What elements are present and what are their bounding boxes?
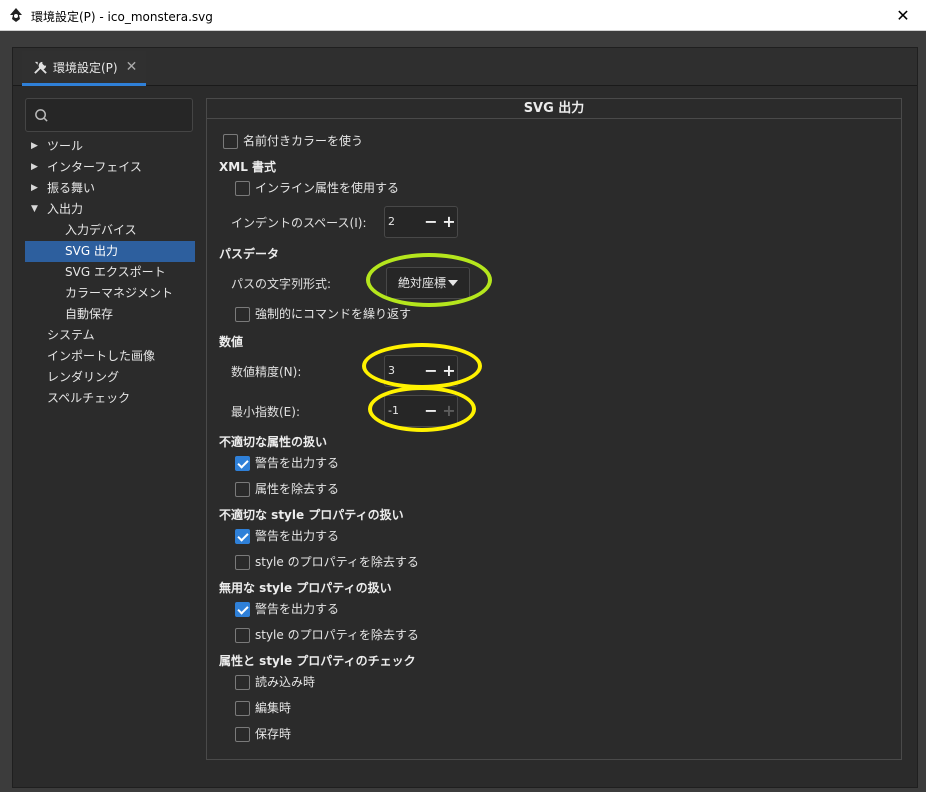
sidebar-item-spellcheck[interactable]: スペルチェック: [25, 388, 195, 409]
sidebar-item-label: 振る舞い: [47, 181, 96, 195]
sidebar-item-label: 自動保存: [65, 307, 114, 321]
sidebar-item-label: 入出力: [47, 202, 84, 216]
indent-spinner[interactable]: 2 − +: [384, 206, 458, 238]
bad-attr-heading: 不適切な属性の扱い: [219, 435, 328, 449]
bad-attr-warn-label: 警告を出力する: [255, 456, 340, 470]
useless-style-warn-checkbox[interactable]: [235, 602, 250, 617]
check-on-save-checkbox[interactable]: [235, 727, 250, 742]
path-data-heading: パスデータ: [219, 247, 280, 261]
sidebar-item-label: SVG エクスポート: [65, 265, 166, 279]
check-on-edit-checkbox[interactable]: [235, 701, 250, 716]
expand-arrow-icon[interactable]: ▶: [31, 178, 41, 199]
inline-attrs-checkbox[interactable]: [235, 181, 250, 196]
preferences-tree: ▶ ツール ▶ インターフェイス ▶ 振る舞い ▼ 入出力 入力デバイス SVG…: [25, 136, 195, 409]
sidebar-item-system[interactable]: システム: [25, 325, 195, 346]
check-on-edit-label: 編集時: [255, 701, 292, 715]
bad-style-heading: 不適切な style プロパティの扱い: [219, 508, 404, 522]
indent-value[interactable]: 2: [388, 207, 420, 237]
bad-style-warn-label: 警告を出力する: [255, 529, 340, 543]
sidebar-item-rendering[interactable]: レンダリング: [25, 367, 195, 388]
increment-button[interactable]: +: [440, 356, 458, 386]
min-exponent-spinner[interactable]: -1 − +: [384, 395, 458, 427]
sidebar-item-color-management[interactable]: カラーマネジメント: [25, 283, 195, 304]
numeric-heading: 数値: [219, 335, 244, 349]
check-on-load-label: 読み込み時: [255, 675, 316, 689]
expand-arrow-icon[interactable]: ▶: [31, 136, 41, 157]
precision-value[interactable]: 3: [388, 356, 420, 386]
sidebar-item-behavior[interactable]: ▶ 振る舞い: [25, 178, 195, 199]
inkscape-logo-icon: [10, 8, 22, 22]
force-repeat-checkbox[interactable]: [235, 307, 250, 322]
sidebar-item-tools[interactable]: ▶ ツール: [25, 136, 195, 157]
page-title: SVG 出力: [207, 99, 901, 119]
sidebar-item-label: システム: [47, 328, 95, 342]
bad-attr-remove-label: 属性を除去する: [255, 482, 340, 496]
bad-attr-remove-checkbox[interactable]: [235, 482, 250, 497]
tab-strip: 環境設定(P) ✕: [13, 48, 917, 86]
sidebar-item-label: SVG 出力: [65, 244, 118, 258]
useless-style-heading: 無用な style プロパティの扱い: [219, 581, 392, 595]
xml-format-heading: XML 書式: [219, 160, 277, 174]
sidebar-item-label: レンダリング: [47, 370, 120, 384]
sidebar-item-input-devices[interactable]: 入力デバイス: [25, 220, 195, 241]
window-body: 環境設定(P) ✕ ▶ ツール ▶ インターフェイス ▶ 振る舞い ▼ 入出力 …: [0, 31, 926, 792]
search-icon: [35, 109, 48, 122]
sidebar-item-autosave[interactable]: 自動保存: [25, 304, 195, 325]
sidebar-item-label: インターフェイス: [47, 160, 142, 174]
window-titlebar: 環境設定(P) - ico_monstera.svg ✕: [0, 0, 926, 31]
svg-output-panel: SVG 出力 名前付きカラーを使う XML 書式 インライン属性を使用する イン…: [206, 98, 902, 760]
increment-button[interactable]: +: [440, 207, 458, 237]
bad-style-remove-label: style のプロパティを除去する: [255, 555, 419, 569]
bad-style-remove-checkbox[interactable]: [235, 555, 250, 570]
tab-preferences[interactable]: 環境設定(P) ✕: [22, 51, 146, 86]
useless-style-remove-label: style のプロパティを除去する: [255, 628, 419, 642]
window-close-button[interactable]: ✕: [880, 0, 926, 31]
path-format-label: パスの文字列形式:: [231, 277, 332, 291]
sidebar-item-io[interactable]: ▼ 入出力: [25, 199, 195, 220]
min-exponent-label: 最小指数(E):: [231, 405, 300, 419]
path-format-value: 絶対座標: [398, 276, 447, 290]
precision-spinner[interactable]: 3 − +: [384, 355, 458, 387]
named-colors-label: 名前付きカラーを使う: [243, 134, 364, 148]
named-colors-checkbox[interactable]: [223, 134, 238, 149]
bad-attr-warn-checkbox[interactable]: [235, 456, 250, 471]
decrement-button[interactable]: −: [422, 396, 440, 426]
sidebar-item-interface[interactable]: ▶ インターフェイス: [25, 157, 195, 178]
tab-label: 環境設定(P): [53, 60, 118, 75]
sidebar-item-label: スペルチェック: [47, 391, 131, 405]
sidebar-item-svg-export[interactable]: SVG エクスポート: [25, 262, 195, 283]
path-format-dropdown[interactable]: 絶対座標: [386, 267, 470, 299]
tools-icon: [34, 61, 47, 74]
force-repeat-label: 強制的にコマンドを繰り返す: [255, 307, 412, 321]
sidebar-item-imported-images[interactable]: インポートした画像: [25, 346, 195, 367]
sidebar-item-label: インポートした画像: [47, 349, 156, 363]
expand-arrow-icon[interactable]: ▶: [31, 157, 41, 178]
search-input[interactable]: [25, 98, 193, 132]
useless-style-warn-label: 警告を出力する: [255, 602, 340, 616]
tab-close-icon[interactable]: ✕: [126, 60, 138, 74]
sidebar-item-svg-output[interactable]: SVG 出力: [25, 241, 195, 262]
window-title: 環境設定(P) - ico_monstera.svg: [31, 10, 213, 24]
preferences-dialog: 環境設定(P) ✕ ▶ ツール ▶ インターフェイス ▶ 振る舞い ▼ 入出力 …: [12, 47, 918, 788]
close-icon: ✕: [896, 6, 910, 25]
chevron-down-icon: [448, 280, 458, 286]
min-exponent-value[interactable]: -1: [388, 396, 420, 426]
inline-attrs-label: インライン属性を使用する: [255, 181, 400, 195]
check-heading: 属性と style プロパティのチェック: [219, 654, 416, 668]
useless-style-remove-checkbox[interactable]: [235, 628, 250, 643]
collapse-arrow-icon[interactable]: ▼: [31, 199, 41, 220]
precision-label: 数値精度(N):: [231, 365, 302, 379]
indent-label: インデントのスペース(I):: [231, 216, 367, 230]
preferences-sidebar: ▶ ツール ▶ インターフェイス ▶ 振る舞い ▼ 入出力 入力デバイス SVG…: [25, 98, 195, 788]
increment-button: +: [442, 401, 456, 420]
sidebar-item-label: カラーマネジメント: [65, 286, 174, 300]
check-on-save-label: 保存時: [255, 727, 292, 741]
decrement-button[interactable]: −: [422, 356, 440, 386]
decrement-button[interactable]: −: [422, 207, 440, 237]
check-on-load-checkbox[interactable]: [235, 675, 250, 690]
bad-style-warn-checkbox[interactable]: [235, 529, 250, 544]
sidebar-item-label: ツール: [47, 139, 84, 153]
sidebar-item-label: 入力デバイス: [65, 223, 137, 237]
